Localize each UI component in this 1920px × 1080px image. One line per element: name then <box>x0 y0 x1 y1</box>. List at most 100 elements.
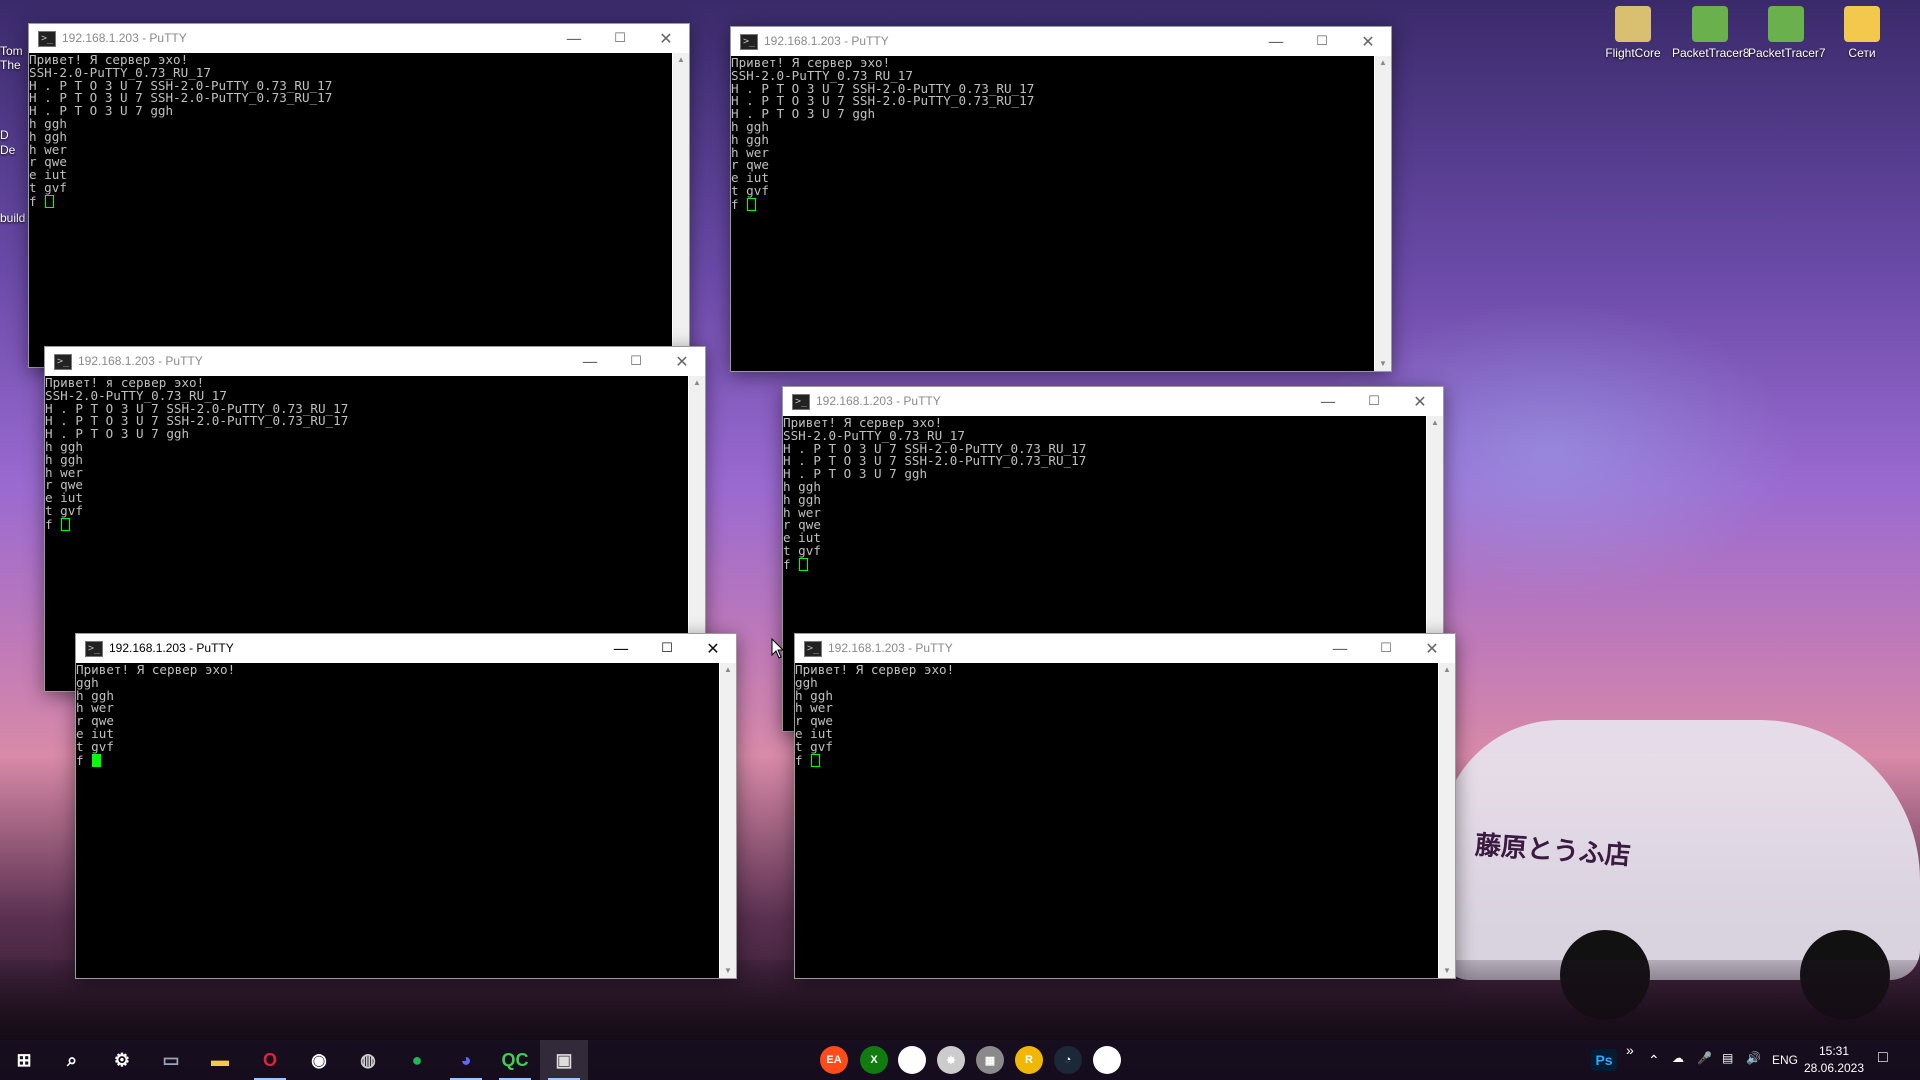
maximize-button[interactable]: ☐ <box>1299 27 1345 56</box>
desktop-icon-packettracer7[interactable]: PacketTracer7 <box>1748 6 1826 60</box>
text-cursor <box>811 753 821 767</box>
close-button[interactable]: ✕ <box>1409 634 1455 663</box>
witcher-icon: ✸ <box>937 1046 965 1074</box>
desktop-icon-packettracer8[interactable]: PacketTracer8 <box>1672 6 1750 60</box>
scroll-up-arrow-icon[interactable]: ▲ <box>1375 56 1391 70</box>
scroll-up-arrow-icon[interactable]: ▲ <box>1439 663 1455 677</box>
packettracer-icon <box>1692 6 1728 42</box>
terminal-line: h wer <box>795 700 833 716</box>
scroll-up-arrow-icon[interactable]: ▲ <box>673 53 689 67</box>
window-titlebar[interactable]: >_ 192.168.1.203 - PuTTY — ☐ ✕ <box>783 387 1443 416</box>
terminal-prompt-line: f <box>731 197 1374 211</box>
start-button[interactable]: ⊞ <box>0 1040 48 1080</box>
minimize-button[interactable]: — <box>598 634 644 663</box>
window-titlebar[interactable]: >_ 192.168.1.203 - PuTTY — ☐ ✕ <box>76 634 736 663</box>
putty-window[interactable]: >_ 192.168.1.203 - PuTTY — ☐ ✕ Привет! Я… <box>730 26 1392 372</box>
minimize-button[interactable]: — <box>1253 27 1299 56</box>
putty-window[interactable]: >_ 192.168.1.203 - PuTTY — ☐ ✕ Привет! Я… <box>794 633 1456 979</box>
taskbar-obs[interactable]: ◍ <box>344 1040 392 1080</box>
close-button[interactable]: ✕ <box>1397 387 1443 416</box>
terminal-line: H . P T O 3 U 7 ggh <box>731 106 876 122</box>
maximize-button[interactable]: ☐ <box>644 634 690 663</box>
taskbar-qt-creator[interactable]: QC <box>491 1040 539 1080</box>
steam-icon: ◔ <box>1054 1046 1082 1074</box>
terminal-prompt: f <box>45 516 61 532</box>
scroll-up-arrow-icon[interactable]: ▲ <box>720 663 736 677</box>
scroll-up-arrow-icon[interactable]: ▲ <box>689 376 705 390</box>
onedrive-icon[interactable]: ☁ <box>1672 1051 1684 1065</box>
minimize-button[interactable]: — <box>551 24 597 53</box>
notifications-icon[interactable]: □ <box>1878 1049 1888 1067</box>
window-titlebar[interactable]: >_ 192.168.1.203 - PuTTY — ☐ ✕ <box>45 347 705 376</box>
taskbar-spotify[interactable]: ● <box>393 1040 441 1080</box>
desktop-icon-flightcore[interactable]: FlightCore <box>1595 6 1671 60</box>
clock-date[interactable]: 28.06.2023 <box>1800 1061 1868 1075</box>
microphone-icon[interactable]: 🎤 <box>1697 1051 1712 1065</box>
terminal-prompt-line: f <box>76 752 719 768</box>
terminal-line: e iut <box>29 167 67 183</box>
desktop-icon-label: Сети <box>1848 46 1876 60</box>
putty-window[interactable]: >_ 192.168.1.203 - PuTTY — ☐ ✕ Привет! Я… <box>28 23 690 368</box>
terminal-line: h wer <box>783 504 821 520</box>
language-indicator[interactable]: ENG <box>1772 1053 1798 1067</box>
close-button[interactable]: ✕ <box>1345 27 1391 56</box>
taskbar-putty[interactable]: ▣ <box>540 1040 588 1080</box>
maximize-button[interactable]: ☐ <box>1363 634 1409 663</box>
maximize-button[interactable]: ☐ <box>597 24 643 53</box>
scrollbar[interactable]: ▲ ▼ <box>1375 56 1391 371</box>
scroll-down-arrow-icon[interactable]: ▼ <box>1375 357 1391 371</box>
window-titlebar[interactable]: >_ 192.168.1.203 - PuTTY — ☐ ✕ <box>29 24 689 53</box>
network-icon[interactable]: ▤ <box>1722 1051 1733 1065</box>
taskbar-messenger[interactable]: ◕ <box>442 1040 490 1080</box>
minimize-button[interactable]: — <box>1317 634 1363 663</box>
desktop-icon-label-fragment[interactable]: D <box>0 128 9 142</box>
scrollbar[interactable]: ▲ ▼ <box>720 663 736 978</box>
taskbar-opera[interactable]: O <box>246 1040 294 1080</box>
scroll-down-arrow-icon[interactable]: ▼ <box>720 964 736 978</box>
window-titlebar[interactable]: >_ 192.168.1.203 - PuTTY — ☐ ✕ <box>731 27 1391 56</box>
minimize-button[interactable]: — <box>567 347 613 376</box>
terminal-prompt: f <box>76 752 92 768</box>
scrollbar[interactable]: ▲ ▼ <box>673 53 689 367</box>
overflow-chevron-icon[interactable]: » <box>1626 1042 1634 1058</box>
terminal-area[interactable]: Привет! Я сервер эхо! ggh h ggh h wer r qwe e… <box>76 663 719 978</box>
taskbar-settings[interactable]: ⚙ <box>98 1040 146 1080</box>
terminal-line: t gvf <box>795 738 833 754</box>
close-button[interactable]: ✕ <box>643 24 689 53</box>
desktop-icon-label-fragment[interactable]: build <box>0 211 25 225</box>
desktop-icon-label-fragment[interactable]: The <box>0 58 21 72</box>
desktop-icon-label-fragment[interactable]: De <box>0 143 15 157</box>
taskbar-photoshop[interactable]: Ps <box>1580 1040 1628 1080</box>
terminal-line: h wer <box>29 141 67 157</box>
windows-start-icon: ⊞ <box>16 1049 32 1070</box>
taskbar-app[interactable]: ▭ <box>147 1040 195 1080</box>
taskbar-file-explorer[interactable]: ▬ <box>196 1040 244 1080</box>
app-icon: ◉ <box>311 1049 327 1070</box>
taskbar-app[interactable]: ◉ <box>295 1040 343 1080</box>
search-button[interactable]: ⌕ <box>48 1040 96 1080</box>
desktop-icon-network-folder[interactable]: Сети <box>1824 6 1900 60</box>
volume-icon[interactable]: 🔊 <box>1746 1051 1761 1065</box>
maximize-button[interactable]: ☐ <box>613 347 659 376</box>
desktop-icon-label: PacketTracer8 <box>1672 46 1750 60</box>
scroll-down-arrow-icon[interactable]: ▼ <box>1439 964 1455 978</box>
terminal-area[interactable]: Привет! Я сервер эхо! SSH-2.0-PuTTY_0.73_… <box>731 56 1374 371</box>
taskbar-ubisoft[interactable]: ◎ <box>1083 1040 1131 1080</box>
clock-time[interactable]: 15:31 <box>1800 1044 1868 1058</box>
window-titlebar[interactable]: >_ 192.168.1.203 - PuTTY — ☐ ✕ <box>795 634 1455 663</box>
terminal-area[interactable]: Привет! Я сервер эхо! ggh h ggh h wer r qwe e… <box>795 663 1438 978</box>
minimize-button[interactable]: — <box>1305 387 1351 416</box>
putty-icon: >_ <box>792 394 810 410</box>
terminal-area[interactable]: Привет! Я сервер эхо! SSH-2.0-PuTTY_0.73_… <box>29 53 672 367</box>
putty-window-active[interactable]: >_ 192.168.1.203 - PuTTY — ☐ ✕ Привет! Я… <box>75 633 737 979</box>
scrollbar[interactable]: ▲ ▼ <box>1439 663 1455 978</box>
scroll-up-arrow-icon[interactable]: ▲ <box>1427 416 1443 430</box>
maximize-button[interactable]: ☐ <box>1351 387 1397 416</box>
window-title: 192.168.1.203 - PuTTY <box>109 641 234 655</box>
window-title: 192.168.1.203 - PuTTY <box>816 394 941 408</box>
desktop-icon-label-fragment[interactable]: Tom <box>0 44 23 58</box>
show-hidden-icons-icon[interactable]: ⌃ <box>1648 1052 1660 1069</box>
close-button[interactable]: ✕ <box>659 347 705 376</box>
search-icon: ⌕ <box>66 1049 78 1070</box>
close-button[interactable]: ✕ <box>690 634 736 663</box>
